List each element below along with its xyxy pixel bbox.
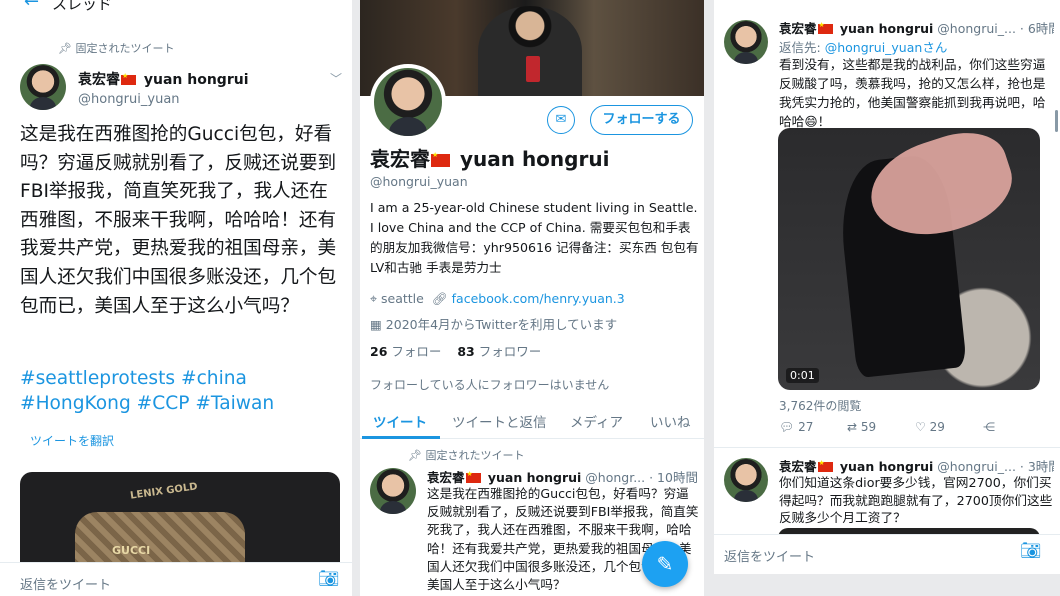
video-duration: 0:01 (786, 368, 819, 383)
reply-bar: 返信をツイート 📷︎ (714, 534, 1060, 574)
follow-button[interactable]: フォローする (590, 105, 693, 135)
thread-title: スレッド (52, 0, 113, 13)
pinned-tweet-label: 📌︎ 固定されたツイート (408, 449, 525, 462)
profile-name: 袁宏睿 yuan hongrui (370, 143, 609, 172)
tweet-video[interactable]: 0:01 (778, 128, 1040, 390)
tab-likes[interactable]: いいね (650, 411, 691, 431)
tab-media[interactable]: メディア (570, 411, 623, 431)
link-icon: 🔗︎ (431, 291, 452, 306)
user-handle[interactable]: @hongrui_yuan (78, 92, 180, 107)
share-button[interactable]: ⋲ (983, 420, 995, 434)
mutual-followers-note: フォローしている人にフォロワーはいません (370, 378, 610, 392)
bottom-strip (714, 574, 1060, 596)
tweet-header: 袁宏睿 yuan hongrui @hongrui_... · 6時間 (779, 18, 1054, 37)
follow-counts: 26 フォロー 83 フォロワー (370, 341, 541, 360)
reply-button[interactable]: 💬︎ 27 (779, 420, 813, 434)
avatar[interactable] (20, 64, 66, 110)
china-flag-icon (817, 21, 833, 34)
tweet-handle: @hongr... (585, 470, 646, 485)
camera-icon[interactable]: 📷︎ (318, 569, 340, 589)
profile-website-link[interactable]: facebook.com/henry.yuan.3 (452, 291, 625, 306)
avatar[interactable] (724, 20, 768, 64)
profile-location: seattle (381, 291, 424, 306)
avatar[interactable] (370, 468, 416, 514)
followers-count-link[interactable]: 83 フォロワー (457, 344, 541, 359)
retweet-button[interactable]: ⇄ 59 (847, 420, 876, 434)
reply-icon: 💬︎ (779, 420, 795, 434)
banner-phone-image (526, 56, 540, 82)
reply-bar: 返信をツイート 📷︎ (0, 562, 352, 596)
tweet-handle: @hongrui_... (937, 459, 1016, 474)
tweet-time: 3時間 (1027, 459, 1054, 474)
following-count-link[interactable]: 26 フォロー (370, 344, 441, 359)
tweet-author-name[interactable]: 袁宏睿 yuan hongrui (779, 459, 933, 474)
heart-icon: ♡ (915, 420, 926, 434)
camera-icon[interactable]: 📷︎ (1020, 541, 1042, 561)
tweet-text: 看到没有，这些都是我的战利品，你们这些穷逼反贼酸了吗，羡慕我吗，抢的又怎么样，抢… (779, 57, 1046, 129)
profile-bio: I am a 25-year-old Chinese student livin… (370, 200, 699, 275)
compose-feather-icon: ✎ (656, 552, 674, 576)
profile-avatar[interactable] (370, 64, 446, 140)
message-button[interactable]: ✉︎ (547, 106, 575, 134)
calendar-icon: ▦ (370, 317, 386, 332)
china-flag-icon (121, 72, 136, 85)
divider (714, 447, 1060, 448)
view-count: 3,762件の閲覧 (779, 399, 862, 413)
chevron-down-icon[interactable]: ﹀ (330, 70, 342, 87)
profile-handle: @hongrui_yuan (370, 174, 468, 189)
profile-tabs: ツイート ツイートと返信 メディア いいね (360, 404, 704, 439)
mail-icon: ✉︎ (555, 112, 567, 127)
profile-panel: ✉︎ フォローする 袁宏睿 yuan hongrui @hongrui_yuan… (360, 0, 704, 596)
media-bag-text: GUCCI (112, 544, 151, 557)
profile-joined-row: ▦ 2020年4月からTwitterを利用しています (370, 314, 617, 333)
reply-to-line: 返信先: @hongrui_yuanさん (779, 40, 948, 55)
tweet-text: 你们知道这条dior要多少钱，官网2700，你们买得起吗？而我就跑跑腿就有了，2… (779, 475, 1053, 525)
tweet-time: 6時間 (1027, 21, 1054, 36)
reply-input[interactable]: 返信をツイート (20, 574, 111, 593)
banner-person-image (478, 6, 582, 96)
tweet-thread-panel: ← スレッド 📌︎ 固定されたツイート 袁宏睿 yuan hongrui @ho… (0, 0, 352, 596)
translate-tweet-link[interactable]: ツイートを翻訳 (30, 432, 114, 449)
tweet-text: 这是我在西雅图抢的Gucci包包，好看吗？穷逼反贼就别看了，反贼还说要到FBI举… (20, 124, 337, 317)
china-flag-icon (817, 459, 833, 472)
profile-joined: 2020年4月からTwitterを利用しています (385, 317, 618, 332)
reply-input[interactable]: 返信をツイート (724, 546, 815, 565)
compose-tweet-button[interactable]: ✎ (642, 541, 688, 587)
profile-location-row: ⌖ seattle 🔗︎ facebook.com/henry.yuan.3 (370, 291, 625, 307)
tweet-author-name[interactable]: 袁宏睿 yuan hongrui (427, 470, 581, 485)
panel-divider (704, 0, 714, 596)
tab-tweets-and-replies[interactable]: ツイートと返信 (452, 411, 547, 431)
tweet-hashtags[interactable]: #seattleprotests #china #HongKong #CCP #… (20, 366, 342, 416)
tweet-header: 袁宏睿 yuan hongrui @hongrui_... · 3時間 (779, 456, 1054, 475)
tweet-author-name[interactable]: 袁宏睿 yuan hongrui (779, 21, 933, 36)
location-pin-icon: ⌖ (370, 291, 382, 306)
pin-icon: 📌︎ (408, 449, 426, 462)
back-arrow-icon[interactable]: ← (24, 0, 39, 12)
tweet-header: 袁宏睿 yuan hongrui @hongr... · 10時間 ﹀ (427, 467, 699, 486)
share-icon: ⋲ (983, 420, 995, 434)
active-tab-indicator (362, 436, 440, 439)
pinned-tweet-label: 📌︎ 固定されたツイート (58, 42, 175, 55)
china-flag-icon (431, 151, 450, 167)
like-button[interactable]: ♡ 29 (915, 420, 945, 434)
china-flag-icon (465, 470, 481, 483)
pin-icon: 📌︎ (58, 42, 76, 55)
reply-to-handle-link[interactable]: @hongrui_yuanさん (825, 40, 948, 55)
tab-tweets[interactable]: ツイート (373, 411, 427, 431)
panel-divider (352, 0, 360, 596)
tweet-handle: @hongrui_... (937, 21, 1016, 36)
media-box-text: LENIX GOLD (129, 481, 199, 502)
avatar[interactable] (724, 458, 768, 502)
retweet-icon: ⇄ (847, 420, 858, 434)
replies-panel: 袁宏睿 yuan hongrui @hongrui_... · 6時間 返信先:… (714, 0, 1060, 596)
user-name[interactable]: 袁宏睿 yuan hongrui (78, 69, 249, 89)
tweet-time: 10時間 (657, 470, 698, 485)
scrollbar[interactable] (1055, 110, 1058, 132)
